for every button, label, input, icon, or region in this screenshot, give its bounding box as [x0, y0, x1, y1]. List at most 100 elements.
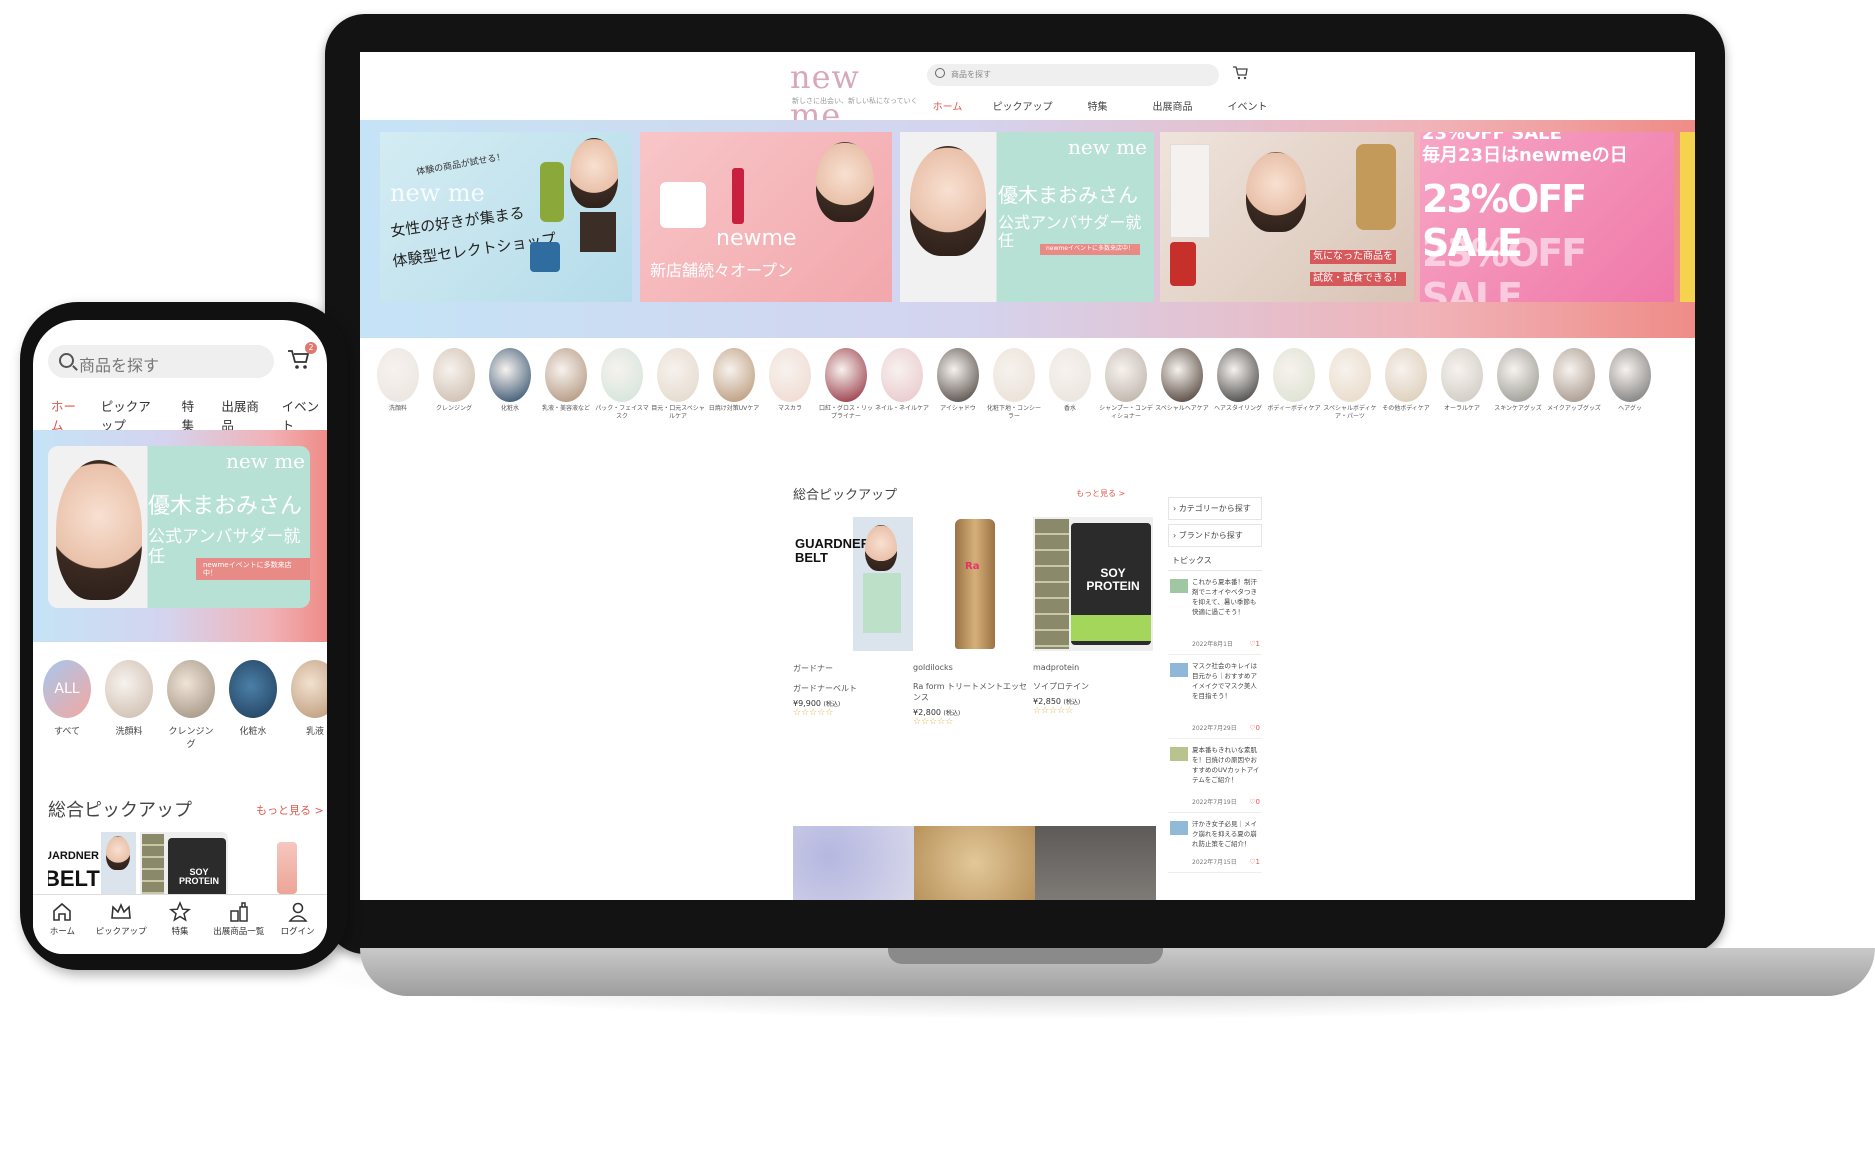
category-label: マスカラ — [777, 405, 802, 412]
banner-sale[interactable]: 23%OFF SALE 毎月23日はnewmeの日 23%OFF SALE 23… — [1420, 132, 1674, 302]
model-photo — [865, 525, 897, 571]
feature-image[interactable] — [1035, 826, 1156, 900]
category-item[interactable]: クレンジング — [426, 348, 482, 413]
user-icon — [287, 902, 308, 922]
category-label: 洗顔料 — [388, 405, 407, 412]
category-item[interactable]: オーラルケア — [1434, 348, 1490, 413]
topic-thumbnail — [1170, 821, 1188, 835]
pickup-more-link[interactable]: もっと見る > — [256, 802, 324, 818]
category-lotion[interactable]: 化粧水 — [227, 660, 279, 750]
banner-tasting[interactable]: 気になった商品を 試飲・試食できる！ — [1160, 132, 1414, 302]
feature-image[interactable] — [914, 826, 1035, 900]
rating-stars: ☆☆☆☆☆ — [913, 717, 954, 727]
bottom-nav-label: 特集 — [171, 927, 189, 937]
protein-columns — [142, 834, 164, 894]
category-item[interactable]: ヘアグッ — [1602, 348, 1658, 413]
category-item[interactable]: スキンケアグッズ — [1490, 348, 1546, 413]
banner-brand: newme — [716, 226, 797, 251]
product-card[interactable]: GUARDNER BELT ガードナー ガードナーベルト ¥9,900 (税込)… — [793, 517, 913, 718]
category-item[interactable]: その他ボディケア — [1378, 348, 1434, 413]
topic-item[interactable]: 夏本番もきれいな素肌を！日焼けの原因やおすすめのUVカットアイテムをご紹介！ 2… — [1168, 739, 1262, 813]
nav-events[interactable]: イベント — [1210, 94, 1285, 123]
nav-pickup[interactable]: ピックアップ — [985, 94, 1060, 123]
banner-next-peek[interactable] — [1680, 132, 1695, 302]
category-all[interactable]: ALL すべて — [41, 660, 93, 750]
banner-text: 毎月23日はnewmeの日 — [1422, 145, 1628, 166]
cart-icon[interactable] — [1232, 66, 1248, 80]
banner-logo: new me — [226, 449, 305, 473]
like-count[interactable]: ♡0 — [1249, 798, 1260, 806]
product-image[interactable]: UARDNER BELT — [48, 832, 136, 894]
topic-item[interactable]: 汗かき女子必見｜メイク崩れを抑える夏の崩れ防止策をご紹介！ 2022年7月15日… — [1168, 813, 1262, 873]
lipstick-graphic — [732, 168, 744, 224]
category-search-link[interactable]: › カテゴリーから探す — [1168, 497, 1262, 520]
nav-home[interactable]: ホーム — [910, 94, 985, 123]
category-item[interactable]: 香水 — [1042, 348, 1098, 413]
search-placeholder: 商品を探す — [79, 356, 160, 375]
product-card[interactable]: Ra goldilocks Ra form トリートメントエッセンス ¥2,80… — [913, 517, 1033, 727]
topic-date: 2022年7月29日 — [1192, 725, 1237, 732]
product-tube — [955, 519, 995, 649]
model-photo — [910, 146, 986, 256]
search-input[interactable]: 商品を探す — [48, 345, 274, 378]
category-item[interactable]: スペシャルボディケア・パーツ — [1322, 348, 1378, 421]
topic-item[interactable]: これから夏本番！制汗剤でニオイやベタつきを抑えて、暑い季節も快適に過ごそう！ 2… — [1168, 571, 1262, 655]
feature-image[interactable] — [793, 826, 914, 900]
category-item[interactable]: シャンプー・コンディショナー — [1098, 348, 1154, 421]
banner-new-stores[interactable]: newme 新店舗続々オープン — [640, 132, 892, 302]
category-item[interactable]: ボディーボディケア — [1266, 348, 1322, 413]
product-can — [1170, 242, 1196, 286]
like-count[interactable]: ♡1 — [1249, 858, 1260, 866]
category-image — [769, 348, 811, 402]
product-image[interactable] — [232, 832, 320, 894]
category-label: シャンプー・コンディショナー — [1099, 405, 1153, 420]
bottom-nav-home[interactable]: ホーム — [33, 901, 91, 954]
category-item[interactable]: 化粧下地・コンシーラー — [986, 348, 1042, 421]
topic-thumbnail — [1170, 579, 1188, 593]
laptop-screen: new me 新しさに出会い、新しい私になっていく 商品を探す ホーム ピックア… — [360, 52, 1695, 900]
category-item[interactable]: ネイル・ネイルケア — [874, 348, 930, 413]
search-input[interactable]: 商品を探す — [927, 64, 1219, 86]
nav-features[interactable]: 特集 — [1060, 94, 1135, 123]
category-item[interactable]: アイシャドウ — [930, 348, 986, 413]
category-label: ボディーボディケア — [1267, 405, 1321, 412]
category-item[interactable]: 日焼け対策UVケア — [706, 348, 762, 413]
brand-search-link[interactable]: › ブランドから探す — [1168, 524, 1262, 547]
category-item[interactable]: ヘアスタイリング — [1210, 348, 1266, 413]
category-face-wash[interactable]: 洗顔料 — [103, 660, 155, 750]
topic-item[interactable]: マスク社会のキレイは目元から｜おすすめアイメイクでマスク美人を目指そう！ 202… — [1168, 655, 1262, 739]
nav-products[interactable]: 出展商品 — [1135, 94, 1210, 123]
category-item[interactable]: 口紅・グロス・リップライナー — [818, 348, 874, 421]
topic-date: 2022年8月1日 — [1192, 641, 1233, 648]
bottom-nav-products[interactable]: 出展商品一覧 — [210, 901, 268, 954]
product-image-text: GUARDNER BELT — [795, 536, 871, 566]
category-item[interactable]: マスカラ — [762, 348, 818, 413]
category-item[interactable]: スペシャルヘアケア — [1154, 348, 1210, 413]
pickup-more-link[interactable]: もっと見る > — [1076, 488, 1125, 499]
category-image — [1161, 348, 1203, 402]
banner-select-shop[interactable]: 体験の商品が試せる！ new me 女性の好きが集まる 体験型セレクトショップ — [380, 132, 632, 302]
banner-ambassador[interactable]: new me 優木まおみさん 公式アンバサダー就任 newmeイベントに多数来店… — [48, 446, 310, 608]
banner-ambassador[interactable]: new me 優木まおみさん 公式アンバサダー就任 newmeイベントに多数来店… — [900, 132, 1154, 302]
category-item[interactable]: 目元・口元スペシャルケア — [650, 348, 706, 421]
pickup-products: UARDNER BELT SOY PROTEIN — [48, 832, 327, 894]
bottom-nav-features[interactable]: 特集 — [151, 901, 209, 954]
like-count[interactable]: ♡0 — [1249, 724, 1260, 732]
category-item[interactable]: メイクアップグッズ — [1546, 348, 1602, 413]
like-count[interactable]: ♡1 — [1249, 640, 1260, 648]
category-label: メイクアップグッズ — [1547, 405, 1601, 412]
product-image[interactable]: SOY PROTEIN — [140, 832, 228, 894]
category-item[interactable]: 化粧水 — [482, 348, 538, 413]
banner-text: 試飲・試食できる！ — [1310, 272, 1406, 286]
category-item[interactable]: 洗顔料 — [370, 348, 426, 413]
cosmetics-icon — [230, 902, 248, 922]
category-milk[interactable]: 乳液 — [289, 660, 327, 750]
category-item[interactable]: 乳液・美容液など — [538, 348, 594, 413]
product-card[interactable]: SOY PROTEIN madprotein ソイプロテイン ¥2,850 (税… — [1033, 517, 1153, 716]
bottom-nav-label: ログイン — [280, 927, 315, 937]
category-item[interactable]: パック・フェイスマスク — [594, 348, 650, 421]
category-image — [993, 348, 1035, 402]
category-cleansing[interactable]: クレンジング — [165, 660, 217, 750]
bottom-nav-login[interactable]: ログイン — [269, 901, 327, 954]
bottom-nav-pickup[interactable]: ピックアップ — [92, 901, 150, 954]
